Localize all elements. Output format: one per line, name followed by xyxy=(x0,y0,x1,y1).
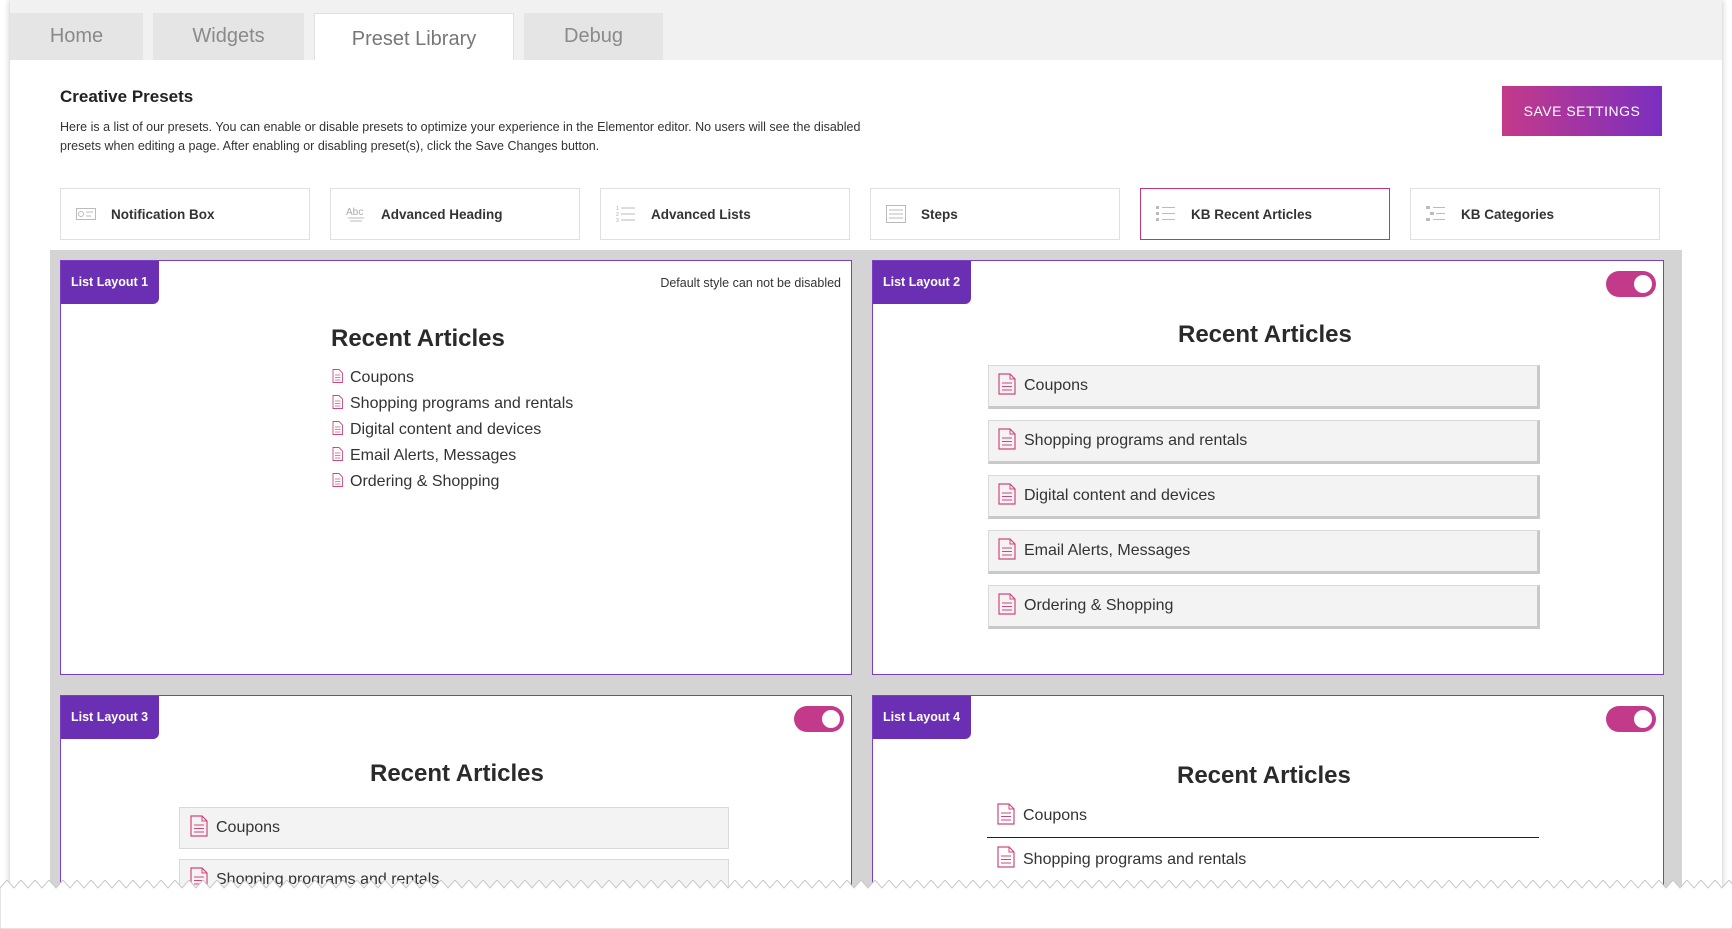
recent-articles-title: Recent Articles xyxy=(1178,321,1352,348)
list-item[interactable]: Digital content and devices xyxy=(332,417,573,443)
toggle-knob xyxy=(1634,710,1652,728)
document-icon xyxy=(332,446,343,466)
tab-home[interactable]: Home xyxy=(10,13,143,60)
list-item[interactable]: Coupons xyxy=(179,807,729,849)
preset-library-panel: Creative Presets Here is a list of our p… xyxy=(10,60,1722,895)
recent-articles-title: Recent Articles xyxy=(331,325,505,352)
article-link[interactable]: Email Alerts, Messages xyxy=(350,447,516,465)
list-item[interactable]: Coupons xyxy=(332,365,573,391)
save-settings-button[interactable]: SAVE SETTINGS xyxy=(1502,86,1662,136)
list-item[interactable]: Ordering & Shopping xyxy=(988,585,1540,629)
layout-toggle[interactable] xyxy=(1606,706,1656,732)
preset-advanced-lists[interactable]: 123 Advanced Lists xyxy=(600,188,850,240)
article-link[interactable]: Ordering & Shopping xyxy=(1024,597,1173,615)
article-link[interactable]: Coupons xyxy=(216,819,280,837)
article-link[interactable]: Coupons xyxy=(1023,807,1087,825)
advanced-lists-icon: 123 xyxy=(615,205,637,223)
layout-badge: List Layout 4 xyxy=(873,696,972,739)
recent-articles-title: Recent Articles xyxy=(370,760,544,787)
preset-steps[interactable]: Steps xyxy=(870,188,1120,240)
list-item[interactable]: Coupons xyxy=(988,365,1540,409)
preset-label: KB Categories xyxy=(1461,206,1555,222)
list-item[interactable]: Email Alerts, Messages xyxy=(332,443,573,469)
articles-list: Coupons Shopping programs and rentals Di… xyxy=(988,365,1540,640)
document-icon xyxy=(332,394,343,414)
layout-card-2[interactable]: List Layout 2 Recent Articles Coupons Sh… xyxy=(872,260,1664,675)
document-icon xyxy=(998,482,1016,510)
list-item[interactable]: Digital content and devices xyxy=(988,475,1540,519)
article-link[interactable]: Email Alerts, Messages xyxy=(1024,542,1190,560)
toggle-knob xyxy=(1634,275,1652,293)
tab-preset-library[interactable]: Preset Library xyxy=(314,13,514,65)
document-icon xyxy=(998,372,1016,400)
kb-recent-articles-icon xyxy=(1155,205,1177,223)
kb-categories-icon xyxy=(1425,205,1447,223)
list-item[interactable]: Coupons xyxy=(987,795,1539,838)
preset-selector: Notification Box Abc Advanced Heading 12… xyxy=(60,188,1660,240)
article-link[interactable]: Coupons xyxy=(1024,377,1088,395)
layout-badge: List Layout 2 xyxy=(873,261,972,304)
toggle-knob xyxy=(822,710,840,728)
tab-debug[interactable]: Debug xyxy=(524,13,663,60)
list-item[interactable]: Shopping programs and rentals xyxy=(332,391,573,417)
preset-notification-box[interactable]: Notification Box xyxy=(60,188,310,240)
steps-icon xyxy=(885,205,907,223)
advanced-heading-icon: Abc xyxy=(345,205,367,223)
recent-articles-title: Recent Articles xyxy=(1177,762,1351,789)
article-link[interactable]: Shopping programs and rentals xyxy=(1024,432,1247,450)
svg-text:Abc: Abc xyxy=(346,207,363,218)
article-link[interactable]: Digital content and devices xyxy=(350,421,541,439)
layout-card-1[interactable]: List Layout 1 Default style can not be d… xyxy=(60,260,852,675)
document-icon xyxy=(332,472,343,492)
layout-grid: List Layout 1 Default style can not be d… xyxy=(50,250,1682,895)
document-icon xyxy=(332,368,343,388)
svg-text:3: 3 xyxy=(616,218,619,223)
layout-toggle[interactable] xyxy=(794,706,844,732)
app-window: Home Widgets Preset Library Debug Creati… xyxy=(10,0,1722,895)
layout-badge: List Layout 1 xyxy=(61,261,160,304)
list-item[interactable]: Ordering & Shopping xyxy=(332,469,573,495)
document-icon xyxy=(332,420,343,440)
layout-card-3[interactable]: List Layout 3 Recent Articles Coupons Sh… xyxy=(60,695,852,895)
document-icon xyxy=(998,427,1016,455)
document-icon xyxy=(997,802,1015,830)
preset-label: Advanced Lists xyxy=(651,206,751,222)
preset-label: Notification Box xyxy=(111,206,215,222)
tab-widgets[interactable]: Widgets xyxy=(153,13,304,60)
articles-list: Coupons Shopping programs and rentals Di… xyxy=(332,365,573,495)
torn-edge xyxy=(0,880,1732,929)
default-style-note: Default style can not be disabled xyxy=(660,276,841,290)
page-description: Here is a list of our presets. You can e… xyxy=(60,120,861,153)
article-link[interactable]: Shopping programs and rentals xyxy=(350,395,573,413)
document-icon xyxy=(998,537,1016,565)
preset-label: Advanced Heading xyxy=(381,206,503,222)
list-item[interactable]: Email Alerts, Messages xyxy=(988,530,1540,574)
preset-kb-recent-articles[interactable]: KB Recent Articles xyxy=(1140,188,1390,240)
page-title: Creative Presets xyxy=(60,87,194,106)
document-icon xyxy=(190,814,208,842)
article-link[interactable]: Coupons xyxy=(350,369,414,387)
layout-badge: List Layout 3 xyxy=(61,696,160,739)
preset-advanced-heading[interactable]: Abc Advanced Heading xyxy=(330,188,580,240)
article-link[interactable]: Digital content and devices xyxy=(1024,487,1215,505)
article-link[interactable]: Ordering & Shopping xyxy=(350,473,499,491)
articles-list: Coupons Shopping programs and rentals xyxy=(987,795,1539,881)
preset-kb-categories[interactable]: KB Categories xyxy=(1410,188,1660,240)
list-item[interactable]: Shopping programs and rentals xyxy=(987,838,1539,881)
document-icon xyxy=(997,846,1015,873)
article-link[interactable]: Shopping programs and rentals xyxy=(1023,851,1246,869)
layout-toggle[interactable] xyxy=(1606,271,1656,297)
preset-label: Steps xyxy=(921,206,958,222)
document-icon xyxy=(998,592,1016,620)
list-item[interactable]: Shopping programs and rentals xyxy=(988,420,1540,464)
layout-card-4[interactable]: List Layout 4 Recent Articles Coupons Sh… xyxy=(872,695,1664,895)
tab-bar: Home Widgets Preset Library Debug xyxy=(10,13,663,65)
notification-box-icon xyxy=(75,205,97,223)
preset-label: KB Recent Articles xyxy=(1191,206,1313,222)
